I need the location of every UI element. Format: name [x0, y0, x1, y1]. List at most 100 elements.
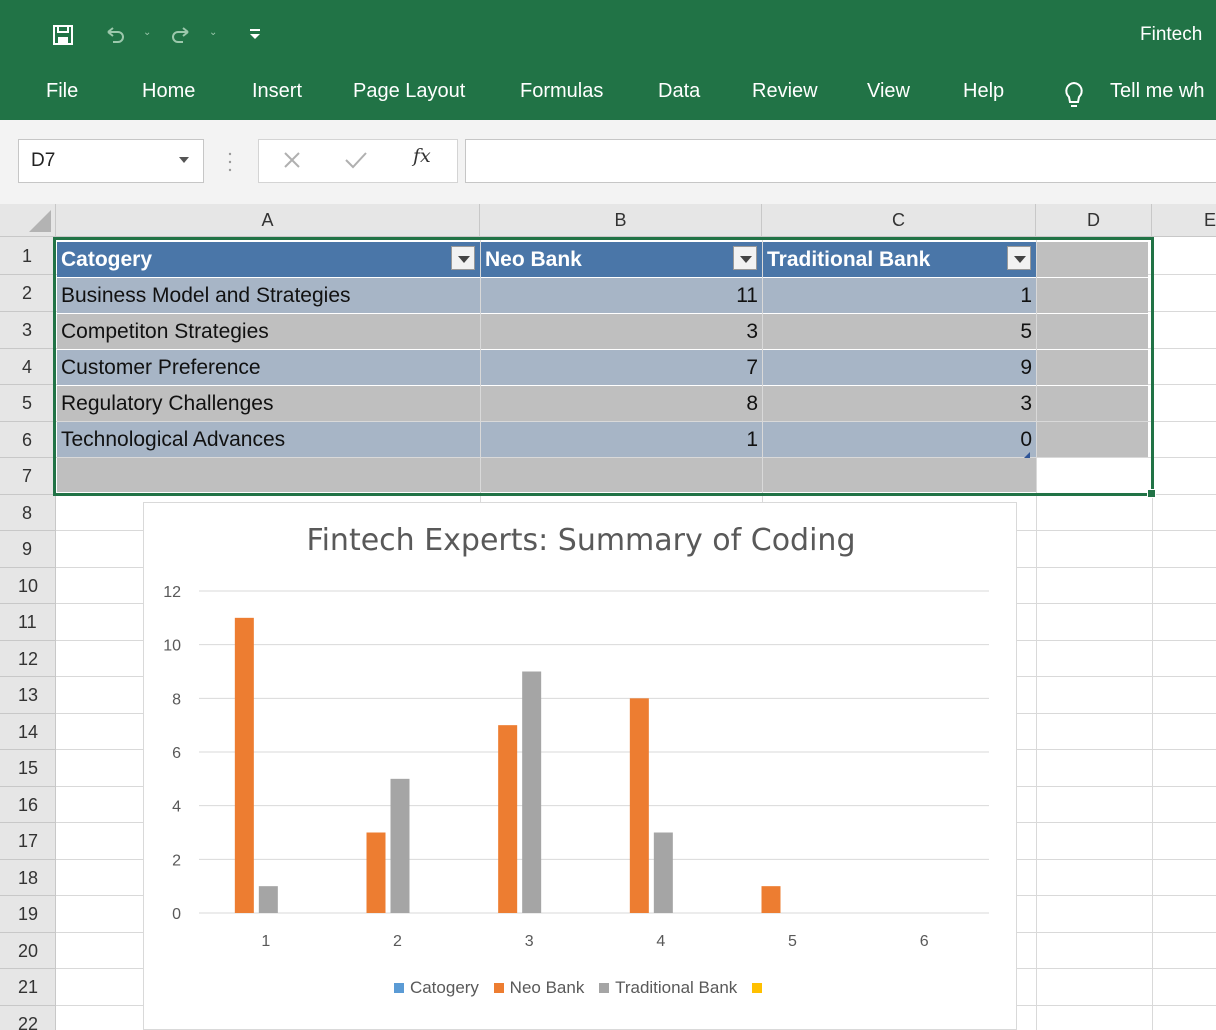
insert-function-icon[interactable]: fx: [413, 145, 431, 167]
tab-insert[interactable]: Insert: [252, 80, 302, 103]
tab-data[interactable]: Data: [658, 80, 700, 103]
name-box[interactable]: D7: [18, 139, 204, 183]
row-header[interactable]: 11: [0, 604, 56, 641]
table-cell[interactable]: 7: [481, 350, 762, 385]
bar-traditional-bank: [258, 886, 278, 913]
customize-toolbar-icon[interactable]: [248, 25, 262, 43]
table-cell[interactable]: 1: [763, 278, 1036, 313]
tab-help[interactable]: Help: [963, 80, 1004, 103]
cancel-icon[interactable]: [280, 148, 304, 172]
row-header[interactable]: 14: [0, 714, 56, 750]
column-header-e[interactable]: E: [1152, 204, 1216, 237]
bar-traditional-bank: [522, 671, 542, 913]
legend-item-traditional-bank[interactable]: Traditional Bank: [599, 978, 737, 998]
table-header-neo-bank[interactable]: Neo Bank: [481, 242, 762, 277]
table-cell[interactable]: 0: [763, 422, 1036, 457]
filter-dropdown-icon[interactable]: [733, 246, 757, 270]
legend-swatch: [393, 983, 404, 993]
select-all-button[interactable]: [0, 204, 56, 237]
table-cell[interactable]: Competiton Strategies: [57, 314, 480, 349]
row-header[interactable]: 17: [0, 823, 56, 860]
table-header-catogery[interactable]: Catogery: [57, 242, 480, 277]
cell-d3[interactable]: [1037, 314, 1148, 349]
save-icon[interactable]: [52, 24, 74, 46]
tab-formulas[interactable]: Formulas: [520, 80, 603, 103]
table-cell[interactable]: 3: [763, 386, 1036, 421]
row-header[interactable]: 12: [0, 641, 56, 677]
row-header[interactable]: 4: [0, 349, 56, 385]
column-header-d[interactable]: D: [1036, 204, 1152, 237]
row-header[interactable]: 10: [0, 568, 56, 604]
chevron-down-icon[interactable]: [179, 157, 189, 163]
fill-handle[interactable]: [1147, 489, 1156, 498]
legend-label: Traditional Bank: [615, 978, 738, 997]
table-cell[interactable]: 9: [763, 350, 1036, 385]
row-header[interactable]: 9: [0, 531, 56, 568]
redo-dropdown-icon[interactable]: ⌄: [209, 27, 221, 41]
formula-input[interactable]: [465, 139, 1216, 183]
row-header[interactable]: 5: [0, 385, 56, 422]
tell-me-search[interactable]: Tell me wh: [1110, 80, 1204, 103]
table-resize-handle-icon[interactable]: [1024, 452, 1030, 458]
legend-item-catogery[interactable]: Catogery: [393, 978, 479, 998]
row-header[interactable]: 6: [0, 422, 56, 458]
row-header[interactable]: 8: [0, 495, 56, 531]
drag-handle-icon[interactable]: [228, 150, 232, 174]
row-header[interactable]: 2: [0, 275, 56, 312]
column-header-b[interactable]: B: [480, 204, 762, 237]
undo-dropdown-icon[interactable]: ⌄: [143, 27, 155, 41]
row-header[interactable]: 3: [0, 312, 56, 349]
tab-review[interactable]: Review: [752, 80, 818, 103]
cell-d4[interactable]: [1037, 350, 1148, 385]
redo-icon[interactable]: [170, 24, 192, 46]
cell-d2[interactable]: [1037, 278, 1148, 313]
cell-d5[interactable]: [1037, 386, 1148, 421]
table-cell[interactable]: Customer Preference: [57, 350, 480, 385]
filter-dropdown-icon[interactable]: [451, 246, 475, 270]
table-cell[interactable]: 3: [481, 314, 762, 349]
y-tick-label: 2: [172, 852, 181, 869]
table-cell[interactable]: Business Model and Strategies: [57, 278, 480, 313]
table-cell[interactable]: Technological Advances: [57, 422, 480, 457]
cell-d6[interactable]: [1037, 422, 1148, 457]
table-cell[interactable]: 1: [481, 422, 762, 457]
tab-home[interactable]: Home: [142, 80, 195, 103]
cell-b7[interactable]: [481, 458, 762, 492]
row-header[interactable]: 20: [0, 933, 56, 969]
table-cell[interactable]: 8: [481, 386, 762, 421]
bar-neo-bank: [366, 832, 386, 913]
cell-a7[interactable]: [57, 458, 480, 492]
legend-item-series4[interactable]: [752, 978, 768, 998]
table-header-traditional-bank[interactable]: Traditional Bank: [763, 242, 1036, 277]
table-cell[interactable]: 11: [481, 278, 762, 313]
row-header[interactable]: 7: [0, 458, 56, 495]
lightbulb-icon[interactable]: [1062, 80, 1086, 110]
tab-page-layout[interactable]: Page Layout: [353, 80, 465, 103]
cell-d1[interactable]: [1037, 242, 1148, 277]
row-header[interactable]: 13: [0, 677, 56, 714]
x-tick-label: 2: [393, 933, 402, 950]
chart-legend[interactable]: Catogery Neo Bank Traditional Bank: [144, 978, 1018, 998]
row-header[interactable]: 21: [0, 969, 56, 1006]
chart[interactable]: Fintech Experts: Summary of Coding 02468…: [143, 502, 1017, 1030]
row-header[interactable]: 19: [0, 896, 56, 933]
column-header-a[interactable]: A: [56, 204, 480, 237]
column-header-c[interactable]: C: [762, 204, 1036, 237]
row-header[interactable]: 18: [0, 860, 56, 896]
y-tick-label: 10: [163, 638, 181, 655]
row-header[interactable]: 22: [0, 1006, 56, 1030]
x-tick-label: 1: [261, 933, 270, 950]
legend-item-neo-bank[interactable]: Neo Bank: [493, 978, 584, 998]
cell-c7[interactable]: [763, 458, 1036, 492]
row-header[interactable]: 1: [0, 237, 56, 275]
row-header[interactable]: 16: [0, 787, 56, 823]
tab-view[interactable]: View: [867, 80, 910, 103]
table-cell[interactable]: 5: [763, 314, 1036, 349]
tab-file[interactable]: File: [46, 80, 78, 103]
row-header[interactable]: 15: [0, 750, 56, 787]
filter-dropdown-icon[interactable]: [1007, 246, 1031, 270]
enter-check-icon[interactable]: [342, 148, 370, 172]
title-bar: ⌄ ⌄ Fintech: [0, 0, 1216, 64]
table-cell[interactable]: Regulatory Challenges: [57, 386, 480, 421]
undo-icon[interactable]: [104, 24, 126, 46]
